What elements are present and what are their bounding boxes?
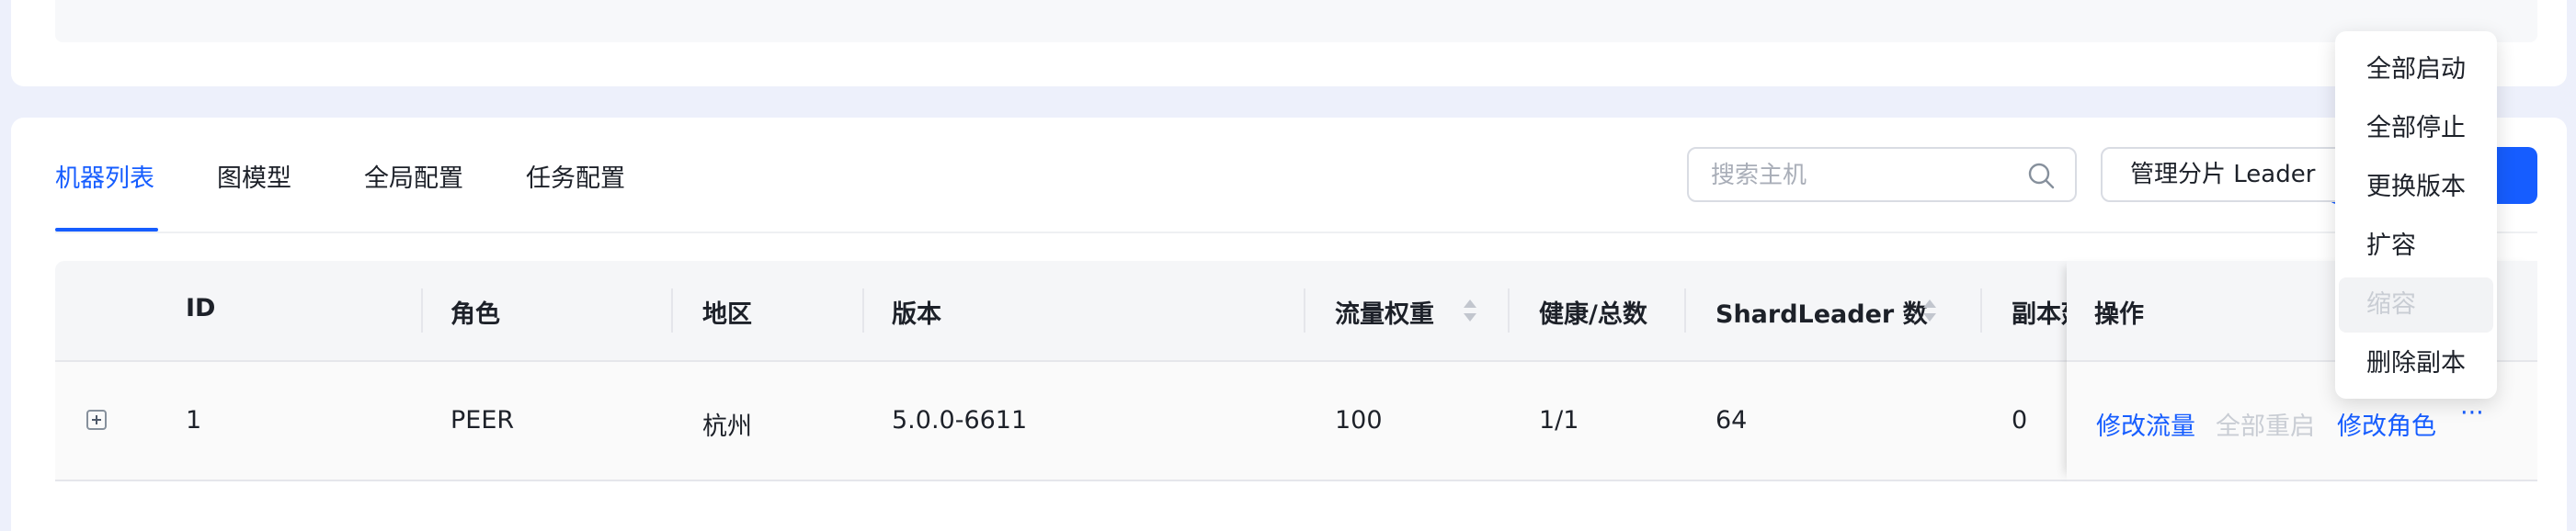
- header-region: 地区: [702, 300, 752, 329]
- machine-table: ID 角色 地区 版本 流量权重 健康/总数 ShardLeader 数 副本延…: [55, 261, 2537, 481]
- shardleader-sort-icon[interactable]: [1923, 299, 1936, 323]
- header-shardleader[interactable]: ShardLeader 数: [1715, 294, 1928, 330]
- active-tab-indicator: [55, 228, 158, 232]
- top-card-panel: [55, 0, 2537, 42]
- cell-weight: 100: [1335, 406, 1383, 435]
- cell-role: PEER: [450, 406, 515, 435]
- header-version: 版本: [892, 300, 941, 329]
- menu-item-start-all[interactable]: 全部启动: [2339, 42, 2493, 97]
- tab-machine-list[interactable]: 机器列表: [55, 158, 154, 194]
- column-divider: [671, 288, 673, 333]
- modify-role-link[interactable]: 修改角色: [2337, 406, 2436, 442]
- column-divider: [862, 288, 864, 333]
- menu-item-change-version[interactable]: 更换版本: [2339, 160, 2493, 215]
- menu-item-scale-out[interactable]: 扩容: [2339, 219, 2493, 274]
- modify-traffic-link[interactable]: 修改流量: [2096, 406, 2195, 442]
- cell-id: 1: [186, 406, 202, 435]
- more-actions-icon[interactable]: ···: [2460, 399, 2484, 427]
- machine-panel: 机器列表 图模型 全局配置 任务配置 管理分片 Leader ID 角色 地区 …: [11, 118, 2567, 531]
- column-divider: [1980, 288, 1982, 333]
- tab-graph-model[interactable]: 图模型: [217, 158, 291, 194]
- search-box[interactable]: [1687, 147, 2077, 202]
- weight-sort-icon[interactable]: [1464, 299, 1476, 323]
- menu-item-delete-replica[interactable]: 删除副本: [2339, 336, 2493, 391]
- menu-item-scale-in: 缩容: [2339, 277, 2493, 333]
- column-divider: [1508, 288, 1510, 333]
- column-divider: [1684, 288, 1686, 333]
- header-role: 角色: [450, 300, 500, 329]
- tab-global-config[interactable]: 全局配置: [364, 158, 463, 194]
- cell-shardleader: 64: [1715, 406, 1748, 435]
- tab-task-config[interactable]: 任务配置: [526, 158, 625, 194]
- cell-health: 1/1: [1539, 406, 1579, 435]
- column-divider: [1304, 288, 1305, 333]
- column-divider: [421, 288, 423, 333]
- cell-replica: 0: [2012, 406, 2028, 435]
- search-icon[interactable]: [2027, 162, 2055, 189]
- expand-row-icon[interactable]: [86, 410, 107, 430]
- more-actions-dropdown: 全部启动 全部停止 更换版本 扩容 缩容 删除副本: [2335, 31, 2497, 399]
- header-actions: 操作: [2094, 300, 2144, 329]
- header-health: 健康/总数: [1539, 300, 1647, 329]
- menu-item-stop-all[interactable]: 全部停止: [2339, 101, 2493, 156]
- cell-version: 5.0.0-6611: [892, 406, 1028, 435]
- top-card: [11, 0, 2567, 86]
- header-weight[interactable]: 流量权重: [1335, 294, 1434, 330]
- header-id: ID: [186, 294, 216, 322]
- search-input[interactable]: [1709, 149, 2025, 202]
- manage-shard-leader-button[interactable]: 管理分片 Leader: [2101, 147, 2349, 202]
- cell-region: 杭州: [702, 412, 752, 441]
- restart-all-link: 全部重启: [2216, 412, 2315, 441]
